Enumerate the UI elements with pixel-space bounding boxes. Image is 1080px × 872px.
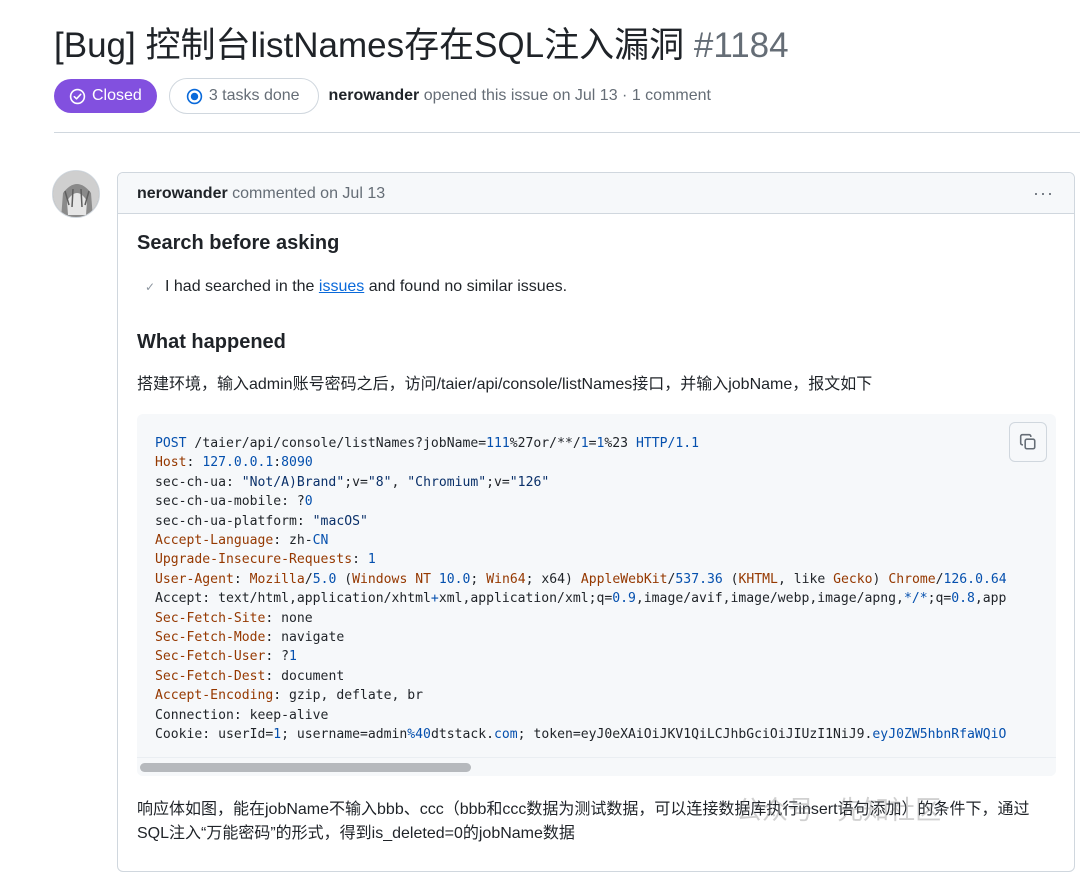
tasks-badge[interactable]: 3 tasks done	[168, 78, 319, 114]
code-line: Connection: keep-alive	[155, 707, 329, 723]
description-paragraph: 搭建环境，输入admin账号密码之后，访问/taier/api/console/…	[137, 376, 873, 393]
comment-header: nerowander commented on Jul 13 ···	[118, 173, 1074, 214]
code-line: Accept-Encoding: gzip, deflate, br	[155, 688, 424, 704]
status-label: Closed	[92, 87, 142, 104]
checkbox-checked-icon: ✓	[145, 280, 156, 294]
response-paragraph-line2: SQL注入“万能密码”的形式，得到is_deleted=0的jobName数据	[137, 825, 575, 842]
progress-circle-icon	[186, 88, 203, 104]
opened-text: opened this issue on Jul 13 · 1 comment	[423, 87, 711, 104]
horizontal-scrollbar[interactable]	[137, 757, 1056, 776]
issue-author-link[interactable]: nerowander	[329, 87, 420, 104]
header-divider	[54, 132, 1080, 133]
code-block[interactable]: POST /taier/api/console/listNames?jobNam…	[137, 414, 1056, 776]
issue-number: #1184	[693, 26, 789, 65]
tasks-label: 3 tasks done	[208, 87, 300, 104]
comment-author-link[interactable]: nerowander	[137, 185, 228, 202]
scrollbar-thumb[interactable]	[140, 763, 471, 772]
section-heading-what-happened: What happened	[137, 331, 286, 353]
code-line: Host: 127.0.0.1:8090	[155, 455, 313, 471]
code-line: Sec-Fetch-User: ?1	[155, 649, 297, 665]
task-text-prefix: I had searched in the	[165, 278, 315, 295]
code-line: sec-ch-ua-platform: "macOS"	[155, 513, 368, 529]
status-badge: Closed	[54, 79, 157, 113]
task-text-suffix: and found no similar issues.	[368, 278, 568, 295]
section-heading-search: Search before asking	[137, 232, 340, 254]
code-line: POST /taier/api/console/listNames?jobNam…	[155, 436, 700, 451]
code-line: Accept: text/html,application/xhtml+xml,…	[155, 591, 1007, 607]
opened-info: nerowander opened this issue on Jul 13 ·…	[329, 87, 711, 105]
code-line: sec-ch-ua-mobile: ?0	[155, 494, 313, 510]
code-line: sec-ch-ua: "Not/A)Brand";v="8", "Chromiu…	[155, 474, 550, 490]
code-content: POST /taier/api/console/listNames?jobNam…	[155, 434, 1007, 745]
copy-button[interactable]	[1009, 422, 1047, 462]
code-line: Sec-Fetch-Mode: navigate	[155, 630, 345, 646]
response-paragraph-line1: 响应体如图，能在jobName不输入bbb、ccc（bbb和ccc数据为测试数据…	[137, 801, 1030, 818]
task-list-item: ✓ I had searched in the issues and found…	[145, 278, 567, 296]
avatar-illustration	[53, 171, 99, 217]
comment-action: commented on Jul 13	[232, 185, 386, 202]
code-line: Sec-Fetch-Dest: document	[155, 668, 345, 684]
avatar[interactable]	[52, 170, 100, 218]
kebab-menu-icon[interactable]: ···	[1033, 173, 1054, 214]
issue-title: [Bug] 控制台listNames存在SQL注入漏洞 #1184	[54, 22, 789, 70]
code-line: Sec-Fetch-Site: none	[155, 610, 313, 626]
code-line: Upgrade-Insecure-Requests: 1	[155, 552, 376, 568]
code-line: Accept-Language: zh-CN	[155, 533, 329, 549]
code-line: User-Agent: Mozilla/5.0 (Windows NT 10.0…	[155, 571, 1007, 587]
issues-link[interactable]: issues	[319, 278, 364, 295]
check-circle-icon	[69, 88, 86, 104]
issue-meta: Closed 3 tasks done nerowander opened th…	[54, 78, 711, 114]
copy-icon	[1019, 433, 1036, 450]
issue-title-text: [Bug] 控制台listNames存在SQL注入漏洞	[54, 26, 685, 65]
code-line: Cookie: userId=1; username=admin%40dtsta…	[155, 727, 1007, 743]
